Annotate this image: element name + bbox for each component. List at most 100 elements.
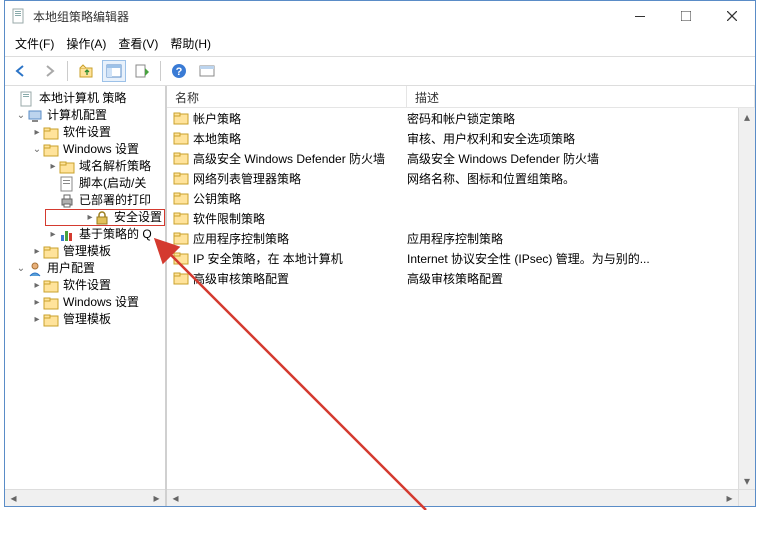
computer-icon <box>27 108 43 124</box>
maximize-button[interactable] <box>663 1 709 31</box>
lock-icon <box>94 210 110 226</box>
scroll-right-icon[interactable]: ▸ <box>721 490 738 506</box>
folder-icon <box>173 270 189 286</box>
tree-user-config[interactable]: ⌄ 用户配置 <box>7 260 165 277</box>
item-name: 本地策略 <box>193 130 241 147</box>
toolbar-separator <box>160 61 161 81</box>
expander-icon[interactable]: ▸ <box>31 277 43 294</box>
expander-icon[interactable]: ▸ <box>31 243 43 260</box>
list-scrollbar-vertical[interactable]: ▴ ▾ <box>738 108 755 489</box>
tree-label: 用户配置 <box>47 260 95 277</box>
tree-scrollbar-horizontal[interactable]: ◂ ▸ <box>5 489 165 506</box>
menu-help[interactable]: 帮助(H) <box>170 35 211 52</box>
tree-security-settings[interactable]: ▸ 安全设置 <box>45 209 165 226</box>
tree-label: 已部署的打印 <box>79 192 151 209</box>
tree-software-settings[interactable]: ▸ 软件设置 <box>7 124 165 141</box>
list-item[interactable]: 公钥策略 <box>167 188 755 208</box>
menu-action[interactable]: 操作(A) <box>66 35 106 52</box>
scrollbar-corner <box>738 489 755 506</box>
tree-label: 软件设置 <box>63 124 111 141</box>
export-button[interactable] <box>130 60 154 82</box>
column-header-name[interactable]: 名称 <box>167 86 407 107</box>
tree-windows-settings[interactable]: ⌄ Windows 设置 <box>7 141 165 158</box>
list-header: 名称 描述 <box>167 86 755 108</box>
tree-label: 基于策略的 Q <box>79 226 152 243</box>
scroll-up-icon[interactable]: ▴ <box>739 108 755 125</box>
folder-icon <box>43 244 59 260</box>
list-item[interactable]: 应用程序控制策略应用程序控制策略 <box>167 228 755 248</box>
list-item[interactable]: 帐户策略密码和帐户锁定策略 <box>167 108 755 128</box>
app-window: 本地组策略编辑器 文件(F) 操作(A) 查看(V) 帮助(H) ? ▸ <box>4 0 756 507</box>
show-hide-tree-button[interactable] <box>102 60 126 82</box>
filter-button[interactable] <box>195 60 219 82</box>
list-scrollbar-horizontal[interactable]: ◂ ▸ <box>167 489 738 506</box>
item-desc: 高级安全 Windows Defender 防火墙 <box>407 150 755 167</box>
column-header-desc[interactable]: 描述 <box>407 86 755 107</box>
list-body: 帐户策略密码和帐户锁定策略本地策略审核、用户权利和安全选项策略高级安全 Wind… <box>167 108 755 506</box>
folder-icon <box>173 230 189 246</box>
forward-button[interactable] <box>37 60 61 82</box>
list-item[interactable]: IP 安全策略，在 本地计算机Internet 协议安全性 (IPsec) 管理… <box>167 248 755 268</box>
item-desc: Internet 协议安全性 (IPsec) 管理。为与别的... <box>407 250 755 267</box>
expander-icon[interactable]: ▸ <box>86 209 94 226</box>
expander-icon[interactable]: ▸ <box>31 124 43 141</box>
up-button[interactable] <box>74 60 98 82</box>
close-button[interactable] <box>709 1 755 31</box>
expander-icon[interactable]: ▸ <box>47 158 59 175</box>
tree-admin-templates[interactable]: ▸ 管理模板 <box>7 243 165 260</box>
expander-icon[interactable]: ▸ <box>31 294 43 311</box>
tree-scripts[interactable]: ▸ 脚本(启动/关 <box>7 175 165 192</box>
tree-u-windows-settings[interactable]: ▸ Windows 设置 <box>7 294 165 311</box>
tree-label: 脚本(启动/关 <box>79 175 146 192</box>
tree-computer-config[interactable]: ⌄ 计算机配置 <box>7 107 165 124</box>
tree-u-software-settings[interactable]: ▸ 软件设置 <box>7 277 165 294</box>
tree-label: 本地计算机 策略 <box>39 90 126 107</box>
scroll-left-icon[interactable]: ◂ <box>167 490 184 506</box>
policy-tree[interactable]: ▸ 本地计算机 策略 ⌄ 计算机配置 ▸ 软件设置 ⌄ Wind <box>5 86 165 332</box>
scroll-right-icon[interactable]: ▸ <box>148 490 165 506</box>
expander-icon[interactable]: ▸ <box>47 226 59 243</box>
scroll-left-icon[interactable]: ◂ <box>5 490 22 506</box>
expander-icon: ▸ <box>47 192 59 209</box>
list-item[interactable]: 软件限制策略 <box>167 208 755 228</box>
list-item[interactable]: 高级审核策略配置高级审核策略配置 <box>167 268 755 288</box>
tree-u-admin-templates[interactable]: ▸ 管理模板 <box>7 311 165 328</box>
list-item[interactable]: 本地策略审核、用户权利和安全选项策略 <box>167 128 755 148</box>
scroll-down-icon[interactable]: ▾ <box>739 472 755 489</box>
folder-icon <box>173 150 189 166</box>
list-item[interactable]: 高级安全 Windows Defender 防火墙 高级安全 Windows De… <box>167 148 755 168</box>
item-name: 软件限制策略 <box>193 210 265 227</box>
folder-icon <box>43 125 59 141</box>
item-name: 网络列表管理器策略 <box>193 170 301 187</box>
toolbar-separator <box>67 61 68 81</box>
tree-root[interactable]: ▸ 本地计算机 策略 <box>7 90 165 107</box>
item-name: 高级安全 Windows Defender 防火墙 <box>193 150 385 167</box>
folder-icon <box>173 190 189 206</box>
title-bar: 本地组策略编辑器 <box>5 1 755 31</box>
chart-icon <box>59 227 75 243</box>
folder-icon <box>173 130 189 146</box>
help-button[interactable]: ? <box>167 60 191 82</box>
expander-icon[interactable]: ⌄ <box>15 107 27 124</box>
tree-pane: ▸ 本地计算机 策略 ⌄ 计算机配置 ▸ 软件设置 ⌄ Wind <box>5 86 167 506</box>
tree-label: 安全设置 <box>114 209 162 226</box>
tree-label: 域名解析策略 <box>79 158 151 175</box>
menu-file[interactable]: 文件(F) <box>15 35 54 52</box>
tree-name-resolution-policy[interactable]: ▸ 域名解析策略 <box>7 158 165 175</box>
item-name: 帐户策略 <box>193 110 241 127</box>
list-item[interactable]: 网络列表管理器策略网络名称、图标和位置组策略。 <box>167 168 755 188</box>
tree-deployed-printers[interactable]: ▸ 已部署的打印 <box>7 192 165 209</box>
menu-bar: 文件(F) 操作(A) 查看(V) 帮助(H) <box>5 31 755 57</box>
folder-icon <box>43 142 59 158</box>
back-button[interactable] <box>9 60 33 82</box>
toolbar: ? <box>5 57 755 86</box>
minimize-button[interactable] <box>617 1 663 31</box>
expander-icon[interactable]: ⌄ <box>15 260 27 277</box>
menu-view[interactable]: 查看(V) <box>118 35 158 52</box>
folder-icon <box>173 250 189 266</box>
tree-label: Windows 设置 <box>63 141 139 158</box>
expander-icon: ▸ <box>47 175 59 192</box>
tree-policy-based-qos[interactable]: ▸ 基于策略的 Q <box>7 226 165 243</box>
expander-icon[interactable]: ▸ <box>31 311 43 328</box>
expander-icon[interactable]: ⌄ <box>31 141 43 158</box>
